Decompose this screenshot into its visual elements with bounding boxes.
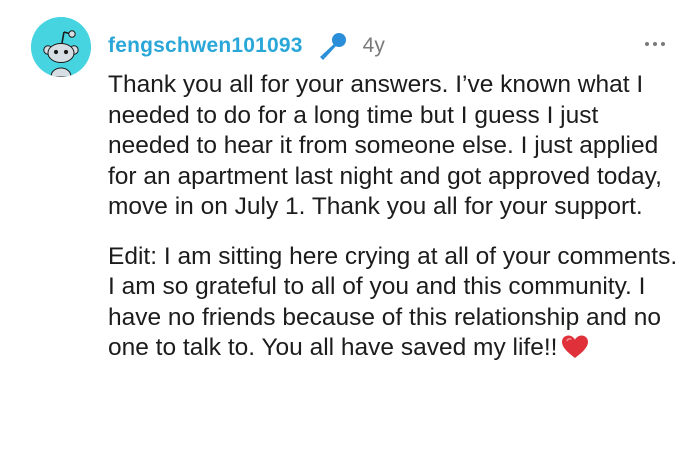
comment: fengschwen101093 4y Thank you all for yo… bbox=[0, 0, 700, 467]
author-username[interactable]: fengschwen101093 bbox=[108, 34, 303, 58]
avatar[interactable] bbox=[31, 17, 91, 77]
comment-body: Thank you all for your answers. I’ve kno… bbox=[108, 70, 683, 364]
comment-paragraph: Thank you all for your answers. I’ve kno… bbox=[108, 71, 662, 220]
comment-timestamp: 4y bbox=[362, 34, 385, 57]
comment-paragraph-edit-text: Edit: I am sitting here crying at all of… bbox=[108, 242, 678, 362]
comment-header: fengschwen101093 4y bbox=[108, 30, 385, 62]
snoo-avatar-icon bbox=[31, 17, 91, 77]
more-options-button[interactable] bbox=[640, 32, 670, 56]
more-options-icon bbox=[645, 42, 649, 46]
more-options-icon-dot bbox=[661, 42, 665, 46]
heart-icon bbox=[561, 334, 589, 360]
comment-paragraph-edit: Edit: I am sitting here crying at all of… bbox=[108, 242, 683, 364]
microphone-icon bbox=[317, 29, 351, 63]
more-options-icon-dot bbox=[653, 42, 657, 46]
